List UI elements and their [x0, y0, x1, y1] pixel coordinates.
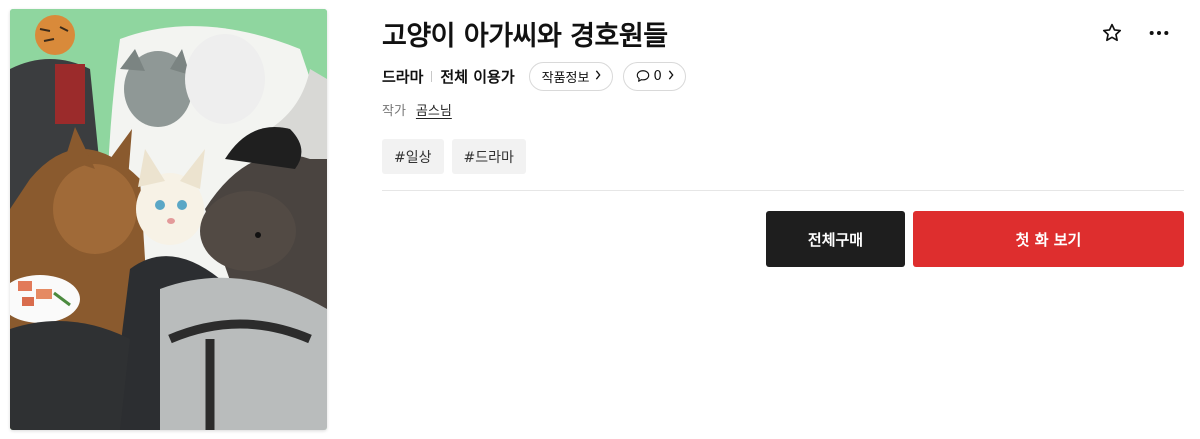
- read-first-episode-button[interactable]: 첫 화 보기: [913, 211, 1184, 267]
- comment-count: 0: [653, 68, 662, 84]
- work-info-label: 작품정보: [541, 70, 590, 86]
- genre-label: 드라마: [382, 67, 424, 86]
- cover-image[interactable]: [10, 9, 327, 430]
- favorite-button[interactable]: [1099, 20, 1125, 46]
- cover-illustration: [10, 9, 327, 430]
- more-options-button[interactable]: [1146, 20, 1172, 46]
- work-info-button[interactable]: 작품정보: [528, 61, 614, 91]
- author-name-link[interactable]: 곰스님: [416, 100, 452, 119]
- meta-row: 드라마 전체 이용가 작품정보 0: [382, 61, 686, 91]
- more-dots-icon: [1149, 30, 1169, 36]
- star-outline-icon: [1102, 23, 1122, 42]
- tag-chip[interactable]: #일상: [382, 139, 444, 174]
- work-detail-page: 고양이 아가씨와 경호원들 드라마 전체 이용가 작품정보 0 작가 곰스님 #…: [0, 0, 1200, 439]
- chevron-right-icon: [667, 69, 675, 83]
- age-rating-label: 전체 이용가: [440, 67, 515, 86]
- meta-divider: [431, 70, 433, 82]
- chevron-right-icon: [594, 69, 602, 83]
- speech-bubble-icon: [636, 69, 650, 83]
- author-row: 작가 곰스님: [382, 100, 452, 119]
- section-divider: [382, 190, 1184, 191]
- tag-chip[interactable]: #드라마: [451, 139, 526, 174]
- buy-all-button[interactable]: 전체구매: [766, 211, 905, 267]
- work-title: 고양이 아가씨와 경호원들: [382, 21, 668, 52]
- author-label: 작가: [382, 104, 406, 119]
- comments-button[interactable]: 0: [623, 61, 686, 91]
- tag-list: #일상 #드라마: [382, 139, 534, 174]
